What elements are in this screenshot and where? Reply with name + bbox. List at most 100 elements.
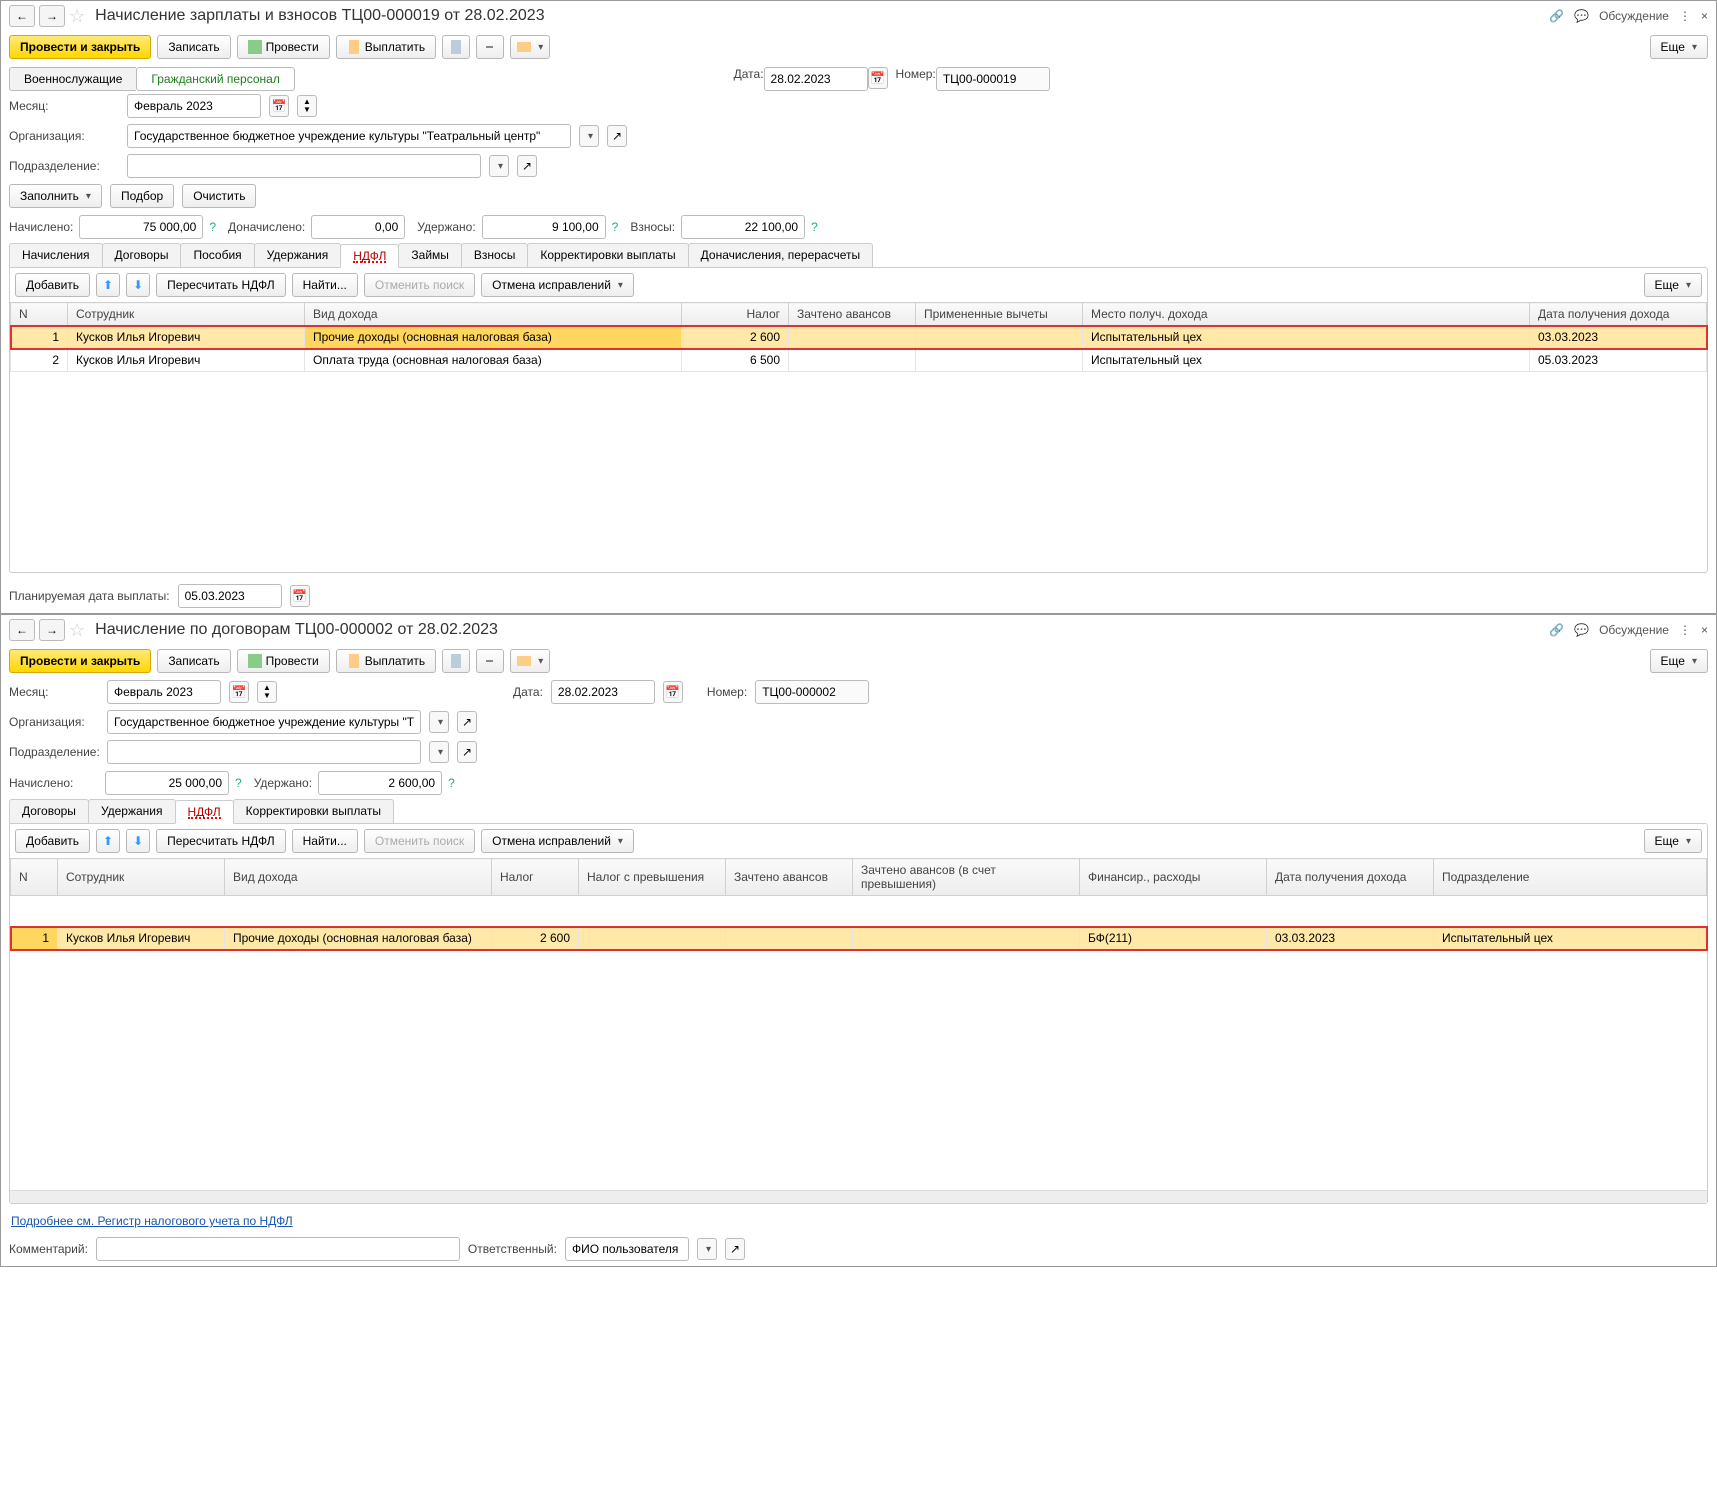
close-icon[interactable]: × [1701, 623, 1708, 637]
discussion-link[interactable]: Обсуждение [1599, 623, 1669, 637]
more-actions-button[interactable] [510, 35, 550, 59]
fill-button[interactable]: Заполнить [9, 184, 102, 208]
add-row-button[interactable]: Добавить [15, 829, 90, 853]
col-finance[interactable]: Финансир., расходы [1080, 859, 1267, 896]
tab-ndfl[interactable]: НДФЛ [340, 244, 399, 268]
move-up-button[interactable]: ⬆ [96, 829, 120, 853]
tab-contracts[interactable]: Договоры [9, 799, 89, 823]
col-place[interactable]: Место получ. дохода [1083, 303, 1530, 326]
month-picker-button[interactable]: 📅 [229, 681, 249, 703]
col-emp[interactable]: Сотрудник [58, 859, 225, 896]
write-button[interactable]: Записать [157, 649, 230, 673]
col-date[interactable]: Дата получения дохода [1267, 859, 1434, 896]
col-income-type[interactable]: Вид дохода [225, 859, 492, 896]
month-picker-button[interactable]: 📅 [269, 95, 289, 117]
help-icon[interactable]: ? [448, 776, 455, 790]
add-row-button[interactable]: Добавить [15, 273, 90, 297]
planned-date-field[interactable] [178, 584, 282, 608]
move-down-button[interactable]: ⬇ [126, 273, 150, 297]
tax-register-link[interactable]: Подробнее см. Регистр налогового учета п… [11, 1214, 293, 1228]
dept-open-button[interactable]: ↗ [457, 741, 477, 763]
org-open-button[interactable]: ↗ [607, 125, 627, 147]
nav-back-button[interactable]: ← [9, 619, 35, 641]
tab-corrections[interactable]: Корректировки выплаты [233, 799, 394, 823]
dept-field[interactable] [107, 740, 421, 764]
more-button[interactable]: Еще [1650, 35, 1708, 59]
table-more-button[interactable]: Еще [1644, 829, 1702, 853]
table-row[interactable]: 1 Кусков Илья Игоревич Прочие доходы (ос… [11, 326, 1707, 349]
tab-recalc[interactable]: Доначисления, перерасчеты [688, 243, 873, 267]
help-icon[interactable]: ? [811, 220, 818, 234]
find-button[interactable]: Найти... [292, 829, 358, 853]
org-open-button[interactable]: ↗ [457, 711, 477, 733]
comment-field[interactable] [96, 1237, 460, 1261]
post-and-close-button[interactable]: Провести и закрыть [9, 35, 151, 59]
report-button[interactable] [442, 649, 470, 673]
pay-button[interactable]: Выплатить [336, 35, 437, 59]
month-stepper[interactable]: ▲▼ [257, 681, 277, 703]
attach-button[interactable] [476, 649, 504, 673]
chat-icon[interactable]: 💬 [1574, 623, 1589, 637]
favorite-icon[interactable]: ☆ [69, 620, 85, 641]
date-picker-button[interactable]: 📅 [663, 681, 683, 703]
date-field[interactable] [551, 680, 655, 704]
tab-benefits[interactable]: Пособия [180, 243, 254, 267]
pay-button[interactable]: Выплатить [336, 649, 437, 673]
col-advance-excess[interactable]: Зачтено авансов (в счет превышения) [853, 859, 1080, 896]
write-button[interactable]: Записать [157, 35, 230, 59]
recalc-ndfl-button[interactable]: Пересчитать НДФЛ [156, 829, 285, 853]
nav-back-button[interactable]: ← [9, 5, 35, 27]
discussion-link[interactable]: Обсуждение [1599, 9, 1669, 23]
org-field[interactable] [107, 710, 421, 734]
col-date[interactable]: Дата получения дохода [1530, 303, 1707, 326]
tab-contracts[interactable]: Договоры [102, 243, 182, 267]
planned-date-picker-button[interactable]: 📅 [290, 585, 310, 607]
tab-accruals[interactable]: Начисления [9, 243, 103, 267]
table-row[interactable]: 2 Кусков Илья Игоревич Оплата труда (осн… [11, 349, 1707, 372]
tab-deductions[interactable]: Удержания [88, 799, 176, 823]
col-tax[interactable]: Налог [492, 859, 579, 896]
nav-forward-button[interactable]: → [39, 5, 65, 27]
col-tax-excess[interactable]: Налог с превышения [579, 859, 726, 896]
help-icon[interactable]: ? [209, 220, 216, 234]
report-button[interactable] [442, 35, 470, 59]
help-icon[interactable]: ? [612, 220, 619, 234]
tab-military[interactable]: Военнослужащие [9, 67, 136, 91]
tab-contributions[interactable]: Взносы [461, 243, 528, 267]
date-picker-button[interactable]: 📅 [868, 67, 888, 89]
tab-civilian[interactable]: Гражданский персонал [136, 67, 294, 91]
favorite-icon[interactable]: ☆ [69, 6, 85, 27]
tab-deductions[interactable]: Удержания [254, 243, 342, 267]
chat-icon[interactable]: 💬 [1574, 9, 1589, 23]
responsible-field[interactable] [565, 1237, 689, 1261]
col-n[interactable]: N [11, 303, 68, 326]
select-button[interactable]: Подбор [110, 184, 174, 208]
responsible-dropdown-button[interactable] [697, 1238, 717, 1260]
tab-corrections[interactable]: Корректировки выплаты [527, 243, 688, 267]
month-field[interactable] [107, 680, 221, 704]
help-icon[interactable]: ? [235, 776, 242, 790]
attach-button[interactable] [476, 35, 504, 59]
date-field[interactable] [764, 67, 868, 91]
nav-forward-button[interactable]: → [39, 619, 65, 641]
cancel-fix-button[interactable]: Отмена исправлений [481, 829, 634, 853]
close-icon[interactable]: × [1701, 9, 1708, 23]
horizontal-scrollbar[interactable] [10, 1190, 1707, 1203]
cancel-fix-button[interactable]: Отмена исправлений [481, 273, 634, 297]
recalc-ndfl-button[interactable]: Пересчитать НДФЛ [156, 273, 285, 297]
col-advance[interactable]: Зачтено авансов [789, 303, 916, 326]
clear-button[interactable]: Очистить [182, 184, 256, 208]
find-button[interactable]: Найти... [292, 273, 358, 297]
col-dept[interactable]: Подразделение [1434, 859, 1707, 896]
dept-dropdown-button[interactable] [429, 741, 449, 763]
more-button[interactable]: Еще [1650, 649, 1708, 673]
responsible-open-button[interactable]: ↗ [725, 1238, 745, 1260]
link-icon[interactable]: 🔗 [1549, 623, 1564, 637]
dept-field[interactable] [127, 154, 481, 178]
move-down-button[interactable]: ⬇ [126, 829, 150, 853]
org-field[interactable] [127, 124, 571, 148]
more-actions-button[interactable] [510, 649, 550, 673]
tab-loans[interactable]: Займы [398, 243, 462, 267]
table-row[interactable]: 1 Кусков Илья Игоревич Прочие доходы (ос… [11, 927, 1707, 950]
org-dropdown-button[interactable] [429, 711, 449, 733]
